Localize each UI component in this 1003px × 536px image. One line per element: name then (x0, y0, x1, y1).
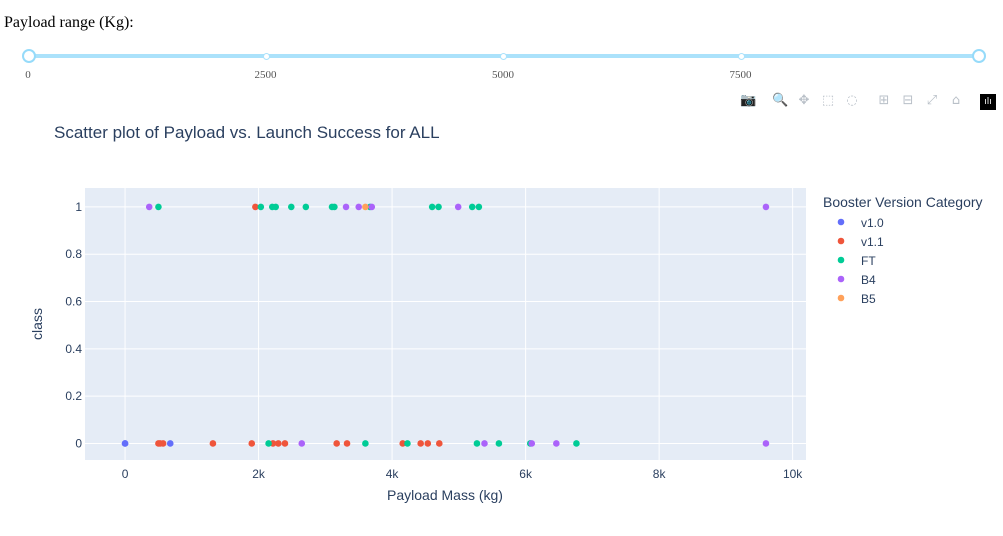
legend-item-b5[interactable]: B5 (837, 292, 876, 306)
data-point-v1-1[interactable] (417, 440, 424, 447)
data-point-ft[interactable] (265, 440, 272, 447)
slider-mark-dot[interactable] (500, 53, 507, 60)
data-point-v1-1[interactable] (424, 440, 432, 447)
data-point-ft[interactable] (404, 440, 411, 447)
data-point-v1-1[interactable] (159, 440, 167, 447)
plot-background[interactable] (85, 188, 806, 460)
legend-marker (837, 237, 845, 245)
data-point-b4[interactable] (454, 203, 462, 211)
slider-mark-label: 7500 (729, 69, 752, 81)
x-tick-label: 2k (252, 467, 266, 481)
plotly-logo-icon[interactable]: ılı (980, 94, 996, 110)
data-point-b4[interactable] (762, 203, 770, 211)
data-point-b4[interactable] (368, 203, 376, 211)
data-point-b5[interactable] (362, 203, 369, 211)
lasso-select-icon[interactable]: ◌ (844, 93, 860, 109)
legend-label: B4 (861, 273, 876, 287)
data-point-v1-1[interactable] (248, 440, 256, 447)
data-point-b4[interactable] (342, 203, 350, 211)
slider-mark-label: 5000 (492, 69, 514, 81)
y-tick-label: 0.6 (65, 295, 82, 309)
data-point-b4[interactable] (553, 440, 560, 447)
scatter-chart: Scatter plot of Payload vs. Launch Succe… (29, 123, 983, 503)
legend-marker (837, 275, 845, 283)
zoom-icon[interactable]: 🔍 (772, 93, 788, 109)
data-point-ft[interactable] (287, 203, 295, 211)
y-tick-label: 0.2 (65, 389, 82, 403)
data-point-v1-1[interactable] (343, 440, 351, 447)
reset-axes-icon[interactable]: ⌂ (948, 93, 964, 109)
camera-icon[interactable]: 📷 (740, 93, 756, 109)
legend-label: v1.0 (861, 216, 884, 230)
box-select-icon[interactable]: ⬚ (820, 93, 836, 109)
pan-icon[interactable]: ✥ (796, 93, 812, 109)
data-point-b4[interactable] (145, 203, 153, 211)
x-tick-label: 0 (122, 467, 129, 481)
y-axis-title: class (29, 308, 45, 340)
data-point-b4[interactable] (298, 440, 306, 447)
data-point-ft[interactable] (257, 203, 265, 211)
zoom-out-icon[interactable]: ⊟ (900, 93, 916, 109)
data-point-b4[interactable] (762, 440, 770, 447)
x-axis-title: Payload Mass (kg) (387, 487, 503, 503)
data-point-ft[interactable] (428, 203, 436, 211)
autoscale-icon[interactable]: ⤢ (924, 93, 940, 109)
payload-range-label: Payload range (Kg): (4, 14, 134, 31)
slider-mark-label: 0 (25, 69, 31, 81)
legend-marker (837, 256, 845, 264)
data-point-v1-0[interactable] (166, 440, 174, 447)
legend-item-ft[interactable]: FT (837, 254, 877, 268)
y-tick-label: 0 (75, 436, 82, 450)
slider-handle-min[interactable] (22, 49, 36, 63)
data-point-ft[interactable] (435, 203, 442, 211)
data-point-v1-1[interactable] (281, 440, 289, 447)
chart-title: Scatter plot of Payload vs. Launch Succe… (54, 123, 440, 142)
data-point-v1-1[interactable] (209, 440, 217, 447)
legend-title: Booster Version Category (823, 194, 983, 210)
legend: Booster Version Category v1.0 v1.1 FT B4 B5 (823, 194, 983, 306)
x-tick-label: 8k (653, 467, 667, 481)
x-tick-label: 4k (386, 467, 400, 481)
data-point-b4[interactable] (528, 440, 536, 447)
zoom-in-icon[interactable]: ⊞ (876, 93, 892, 109)
x-tick-label: 10k (783, 467, 803, 481)
data-point-v1-1[interactable] (435, 440, 443, 447)
data-point-ft[interactable] (331, 203, 338, 211)
y-tick-label: 0.8 (65, 247, 82, 261)
data-point-b4[interactable] (355, 203, 363, 211)
data-point-ft[interactable] (495, 440, 503, 447)
legend-marker (837, 294, 845, 302)
slider-handle-max[interactable] (972, 49, 986, 63)
data-point-v1-0[interactable] (121, 440, 129, 447)
data-point-ft[interactable] (272, 203, 280, 211)
data-point-ft[interactable] (302, 203, 310, 211)
slider-mark-label: 2500 (254, 69, 277, 81)
data-point-ft[interactable] (155, 203, 162, 211)
slider-mark-dot[interactable] (262, 53, 270, 60)
legend-label: FT (861, 254, 876, 268)
slider-mark-dot[interactable] (737, 53, 745, 60)
data-point-ft[interactable] (573, 440, 580, 447)
x-tick-label: 6k (519, 467, 533, 481)
legend-item-b4[interactable]: B4 (837, 273, 876, 287)
data-point-ft[interactable] (468, 203, 476, 211)
data-point-ft[interactable] (362, 440, 369, 447)
data-point-ft[interactable] (475, 203, 483, 211)
legend-marker (837, 218, 845, 226)
data-point-b4[interactable] (481, 440, 488, 447)
y-tick-label: 0.4 (65, 342, 82, 356)
legend-label: v1.1 (861, 235, 884, 249)
legend-item-v1-1[interactable]: v1.1 (837, 235, 884, 249)
data-point-ft[interactable] (473, 440, 481, 447)
legend-label: B5 (861, 292, 876, 306)
legend-item-v1-0[interactable]: v1.0 (837, 216, 884, 230)
data-point-v1-1[interactable] (333, 440, 340, 447)
y-tick-label: 1 (75, 200, 82, 214)
payload-range-slider[interactable]: 0 2500 5000 7500 (22, 44, 986, 84)
